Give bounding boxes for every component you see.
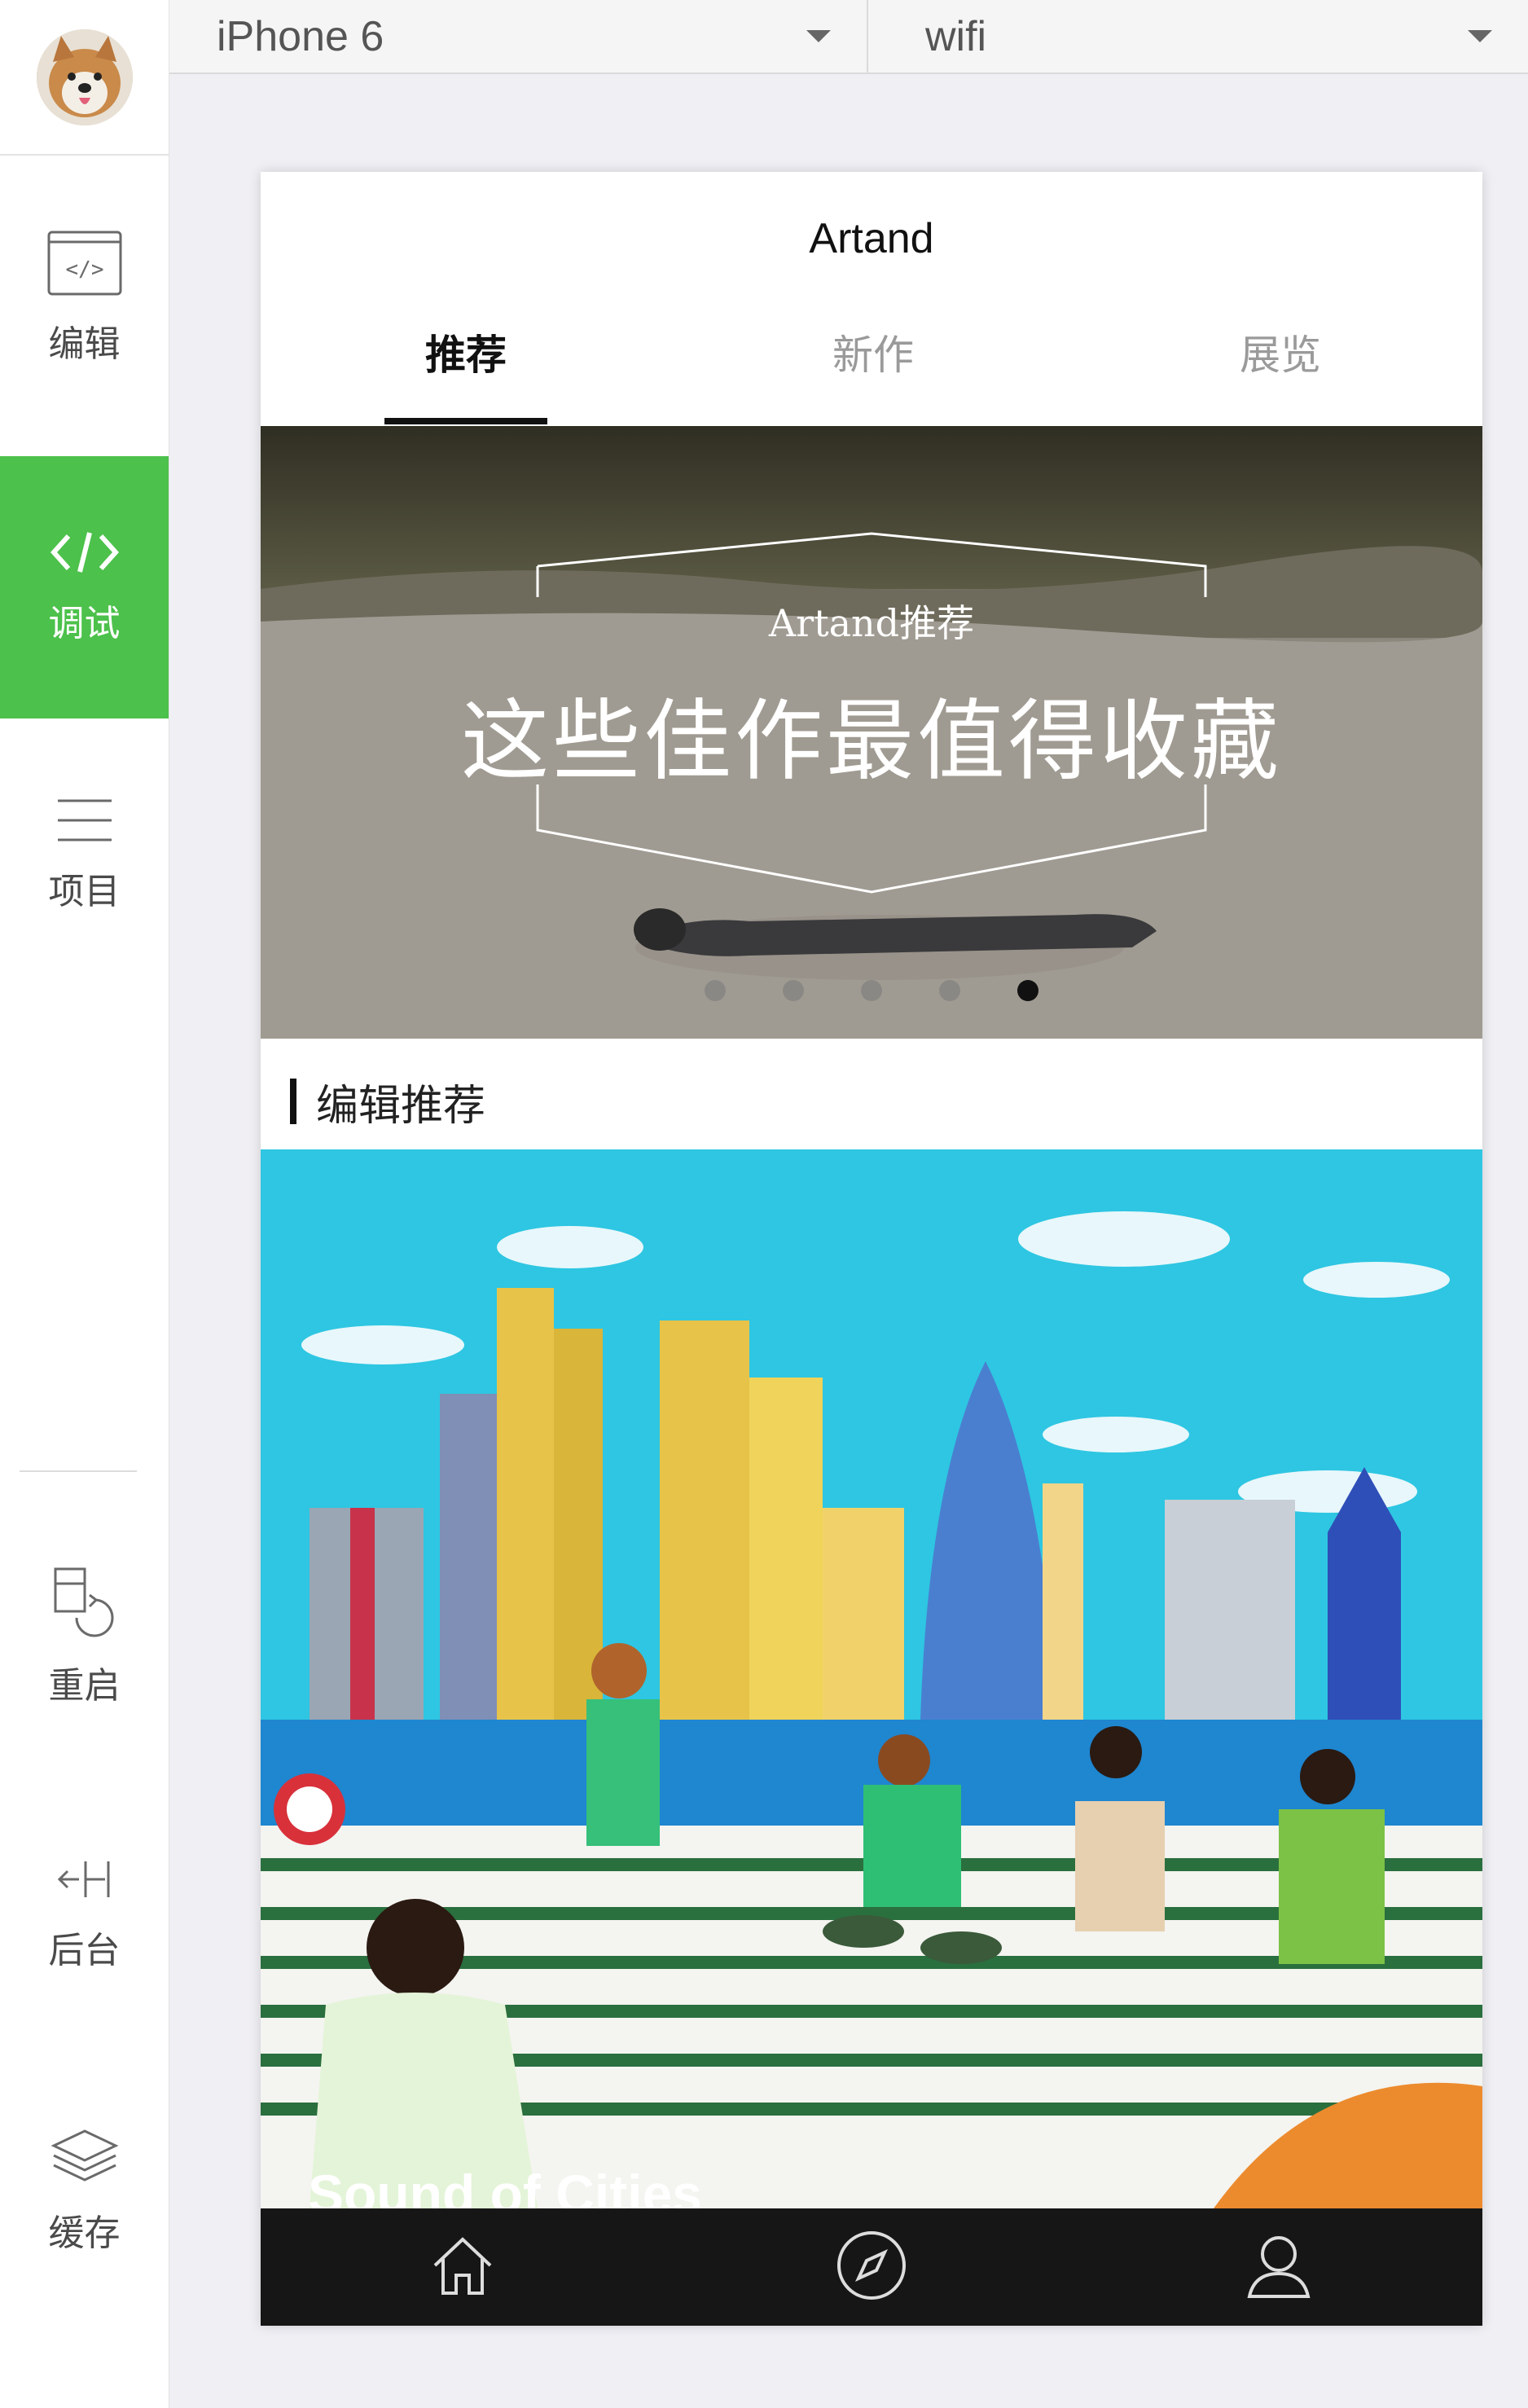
sidebar-item-restart[interactable]: 重启 (0, 1556, 169, 1719)
chevron-down-icon (806, 30, 831, 42)
simulator-toolbar: iPhone 6 wifi (169, 0, 1528, 74)
section-header: 编辑推荐 (290, 1071, 485, 1131)
featured-artwork-card[interactable]: Sound of Cities (261, 1149, 1482, 2208)
tab-new-works[interactable]: 新作 (792, 327, 955, 384)
code-brackets-icon (50, 529, 119, 584)
banner-title: 这些佳作最值得收藏 (460, 691, 1282, 793)
device-select[interactable]: iPhone 6 (169, 0, 868, 73)
carousel-dots (261, 980, 1482, 1001)
bottom-tab-discover[interactable] (790, 2208, 953, 2326)
sidebar-item-label: 编辑 (48, 323, 121, 365)
sidebar-item-label: 后台 (48, 1929, 121, 1971)
carousel-dot[interactable] (939, 980, 960, 1001)
sidebar-item-label: 缓存 (48, 2212, 121, 2254)
sidebar-divider (20, 1470, 137, 1472)
carousel-dot-active[interactable] (1017, 980, 1038, 1001)
restart-icon (52, 1567, 117, 1646)
network-select[interactable]: wifi (870, 0, 1528, 73)
user-icon (1245, 2231, 1313, 2303)
sidebar-item-backend[interactable]: 后台 (0, 1833, 169, 1996)
section-marker (290, 1079, 296, 1124)
chevron-down-icon (1468, 30, 1492, 42)
sidebar: </> 编辑 调试 项目 重启 后台 缓存 (0, 0, 169, 2408)
tab-active-indicator (384, 418, 547, 424)
carousel-dot[interactable] (783, 980, 804, 1001)
app-title: Artand (809, 215, 934, 262)
bottom-tab-home[interactable] (381, 2208, 544, 2326)
artwork-caption: Sound of Cities (308, 2164, 702, 2208)
home-icon (430, 2233, 495, 2301)
phone-simulator: Artand 推荐 新作 展览 Artand推荐 这些佳作最值得收藏 编辑推荐 … (261, 172, 1482, 2326)
bottom-tab-bar (261, 2208, 1482, 2326)
tab-recommend[interactable]: 推荐 (384, 327, 547, 384)
sidebar-item-label: 重启 (48, 1664, 121, 1707)
section-title: 编辑推荐 (316, 1081, 486, 1131)
sidebar-item-label: 调试 (48, 602, 121, 644)
sidebar-item-debug[interactable]: 调试 (0, 456, 169, 718)
device-select-value: iPhone 6 (217, 12, 384, 60)
sidebar-item-cache[interactable]: 缓存 (0, 2110, 169, 2273)
sidebar-item-project[interactable]: 项目 (0, 774, 169, 937)
carousel-dot[interactable] (705, 980, 726, 1001)
tab-bar: 推荐 新作 展览 (261, 327, 1482, 420)
sidebar-item-edit[interactable]: </> 编辑 (0, 209, 169, 388)
code-file-icon: </> (47, 231, 122, 305)
tab-exhibitions[interactable]: 展览 (1199, 327, 1362, 384)
network-select-value: wifi (925, 12, 987, 60)
banner-carousel[interactable]: Artand推荐 这些佳作最值得收藏 (261, 426, 1482, 1039)
city-illustration (261, 1149, 1482, 2208)
avatar[interactable] (36, 29, 133, 125)
layers-icon (50, 2128, 119, 2194)
carousel-dot[interactable] (861, 980, 882, 1001)
compass-icon (836, 2230, 907, 2305)
backend-icon (56, 1857, 113, 1911)
bottom-tab-profile[interactable] (1197, 2208, 1360, 2326)
menu-icon (56, 798, 113, 852)
banner-subtitle: Artand推荐 (768, 601, 975, 645)
avatar-area (0, 0, 169, 156)
svg-text:</>: </> (65, 257, 103, 282)
sidebar-item-label: 项目 (48, 870, 121, 912)
